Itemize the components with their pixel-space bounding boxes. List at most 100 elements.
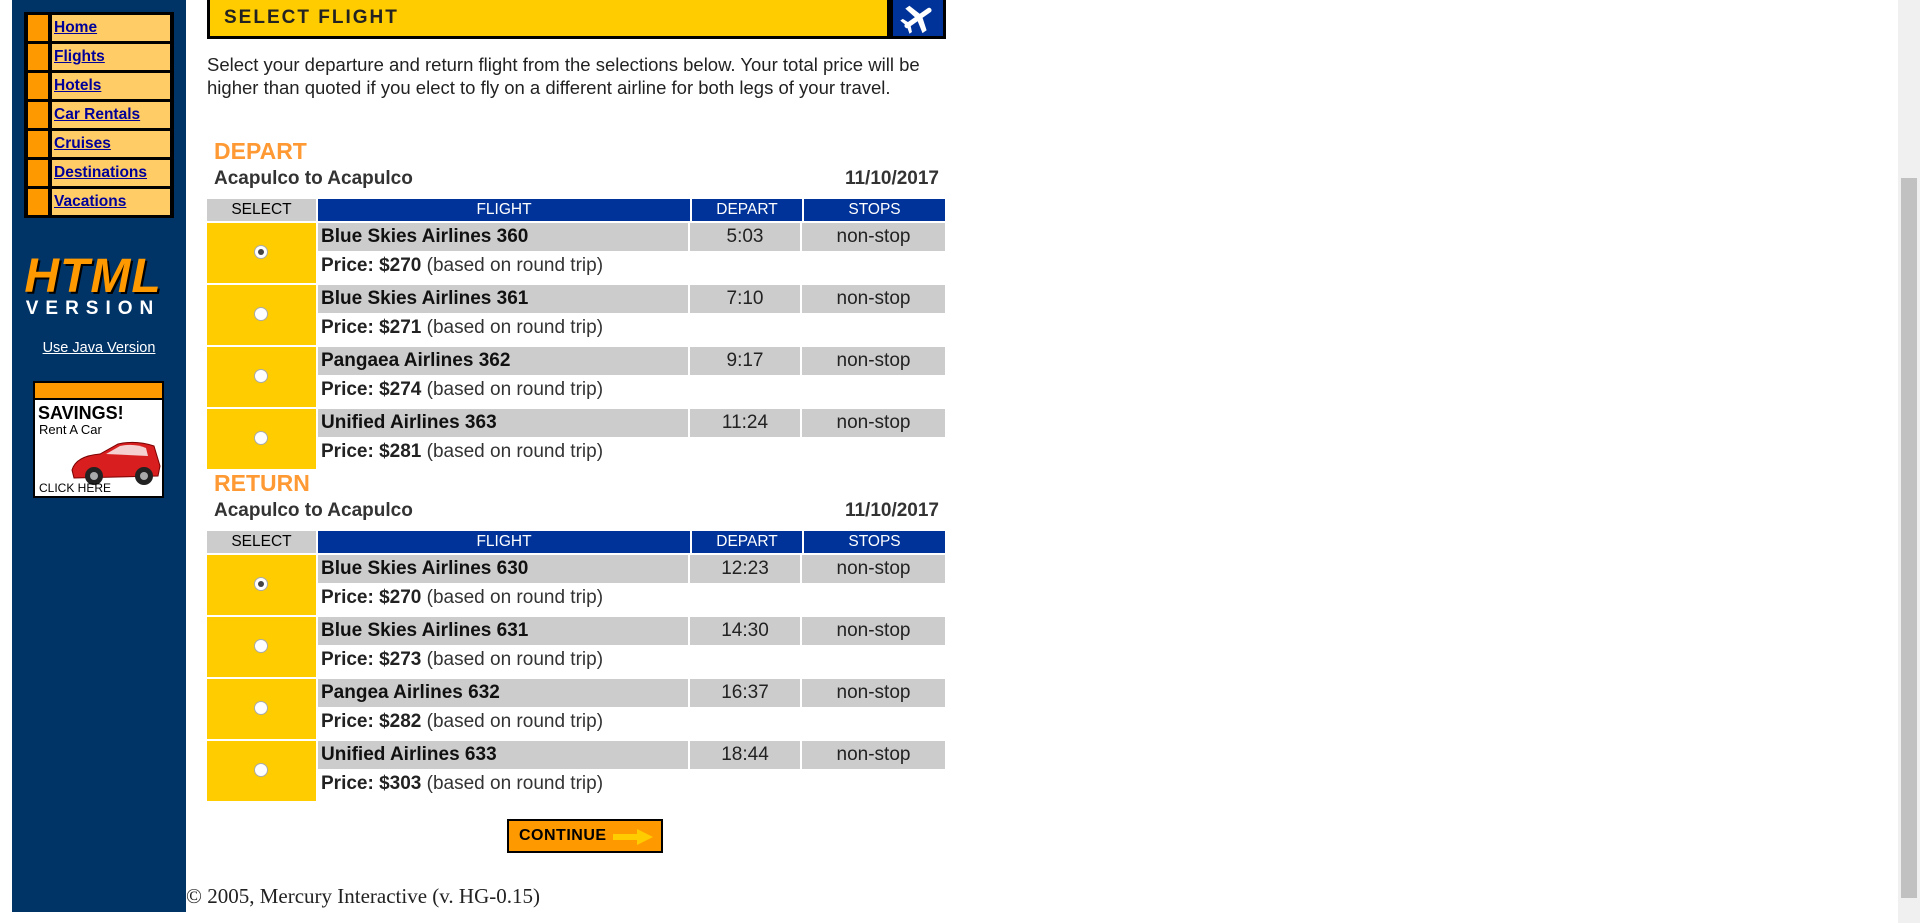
flight-price: Price: $271 (based on round trip)	[318, 313, 945, 343]
nav-link-home[interactable]: Home	[54, 19, 97, 36]
return-title: RETURN	[214, 470, 310, 496]
nav-menu: Home Flights Hotels Car Rentals Cruises …	[24, 12, 174, 218]
price-label: Price: $274	[321, 379, 422, 400]
flight-radio[interactable]	[254, 763, 268, 777]
flight-name: Blue Skies Airlines 631	[318, 617, 690, 645]
select-cell	[207, 679, 316, 739]
page-title: SELECT FLIGHT	[207, 0, 890, 39]
flight-radio[interactable]	[254, 369, 268, 383]
price-note: (based on round trip)	[426, 255, 604, 276]
header-select: SELECT	[207, 199, 316, 221]
nav-marker	[28, 131, 48, 157]
nav-item-hotels[interactable]: Hotels	[28, 73, 170, 99]
flight-radio[interactable]	[254, 431, 268, 445]
nav-link-flights[interactable]: Flights	[54, 48, 105, 65]
flight-time: 7:10	[690, 285, 802, 313]
airplane-icon	[900, 5, 932, 34]
flight-radio[interactable]	[254, 701, 268, 715]
table-header: SELECT FLIGHT DEPART STOPS	[207, 531, 945, 553]
continue-button[interactable]: CONTINUE	[507, 819, 663, 853]
flight-row: Blue Skies Airlines 631 14:30 non-stop Pri…	[207, 617, 945, 677]
flight-name: Unified Airlines 363	[318, 409, 690, 437]
continue-label: CONTINUE	[519, 827, 607, 844]
flight-price: Price: $270 (based on round trip)	[318, 251, 945, 281]
flight-time: 18:44	[690, 741, 802, 769]
flight-name: Blue Skies Airlines 360	[318, 223, 690, 251]
flight-stops: non-stop	[836, 412, 911, 433]
price-label: Price: $271	[321, 317, 422, 338]
intro-text: Select your departure and return flight …	[207, 54, 920, 98]
nav-item-cruises[interactable]: Cruises	[28, 131, 170, 157]
return-flight-table: SELECT FLIGHT DEPART STOPS Blue Skies Ai…	[207, 531, 945, 801]
price-note: (based on round trip)	[426, 587, 604, 608]
nav-marker	[28, 15, 48, 41]
header-flight: FLIGHT	[318, 531, 690, 553]
flight-name: Pangea Airlines 632	[318, 679, 690, 707]
flight-row: Blue Skies Airlines 361 7:10 non-stop Pric…	[207, 285, 945, 345]
flight-stops: non-stop	[836, 558, 911, 579]
nav-item-destinations[interactable]: Destinations	[28, 160, 170, 186]
flight-name: Unified Airlines 633	[318, 741, 690, 769]
nav-link-hotels[interactable]: Hotels	[54, 77, 101, 94]
price-label: Price: $273	[321, 649, 422, 670]
nav-link-car-rentals[interactable]: Car Rentals	[54, 106, 140, 123]
nav-marker	[28, 44, 48, 70]
flight-row: Pangaea Airlines 362 9:17 non-stop Price: …	[207, 347, 945, 407]
flight-stops: non-stop	[836, 620, 911, 641]
nav-link-destinations[interactable]: Destinations	[54, 164, 147, 181]
select-cell	[207, 223, 316, 283]
ad-subtitle: Rent A Car	[39, 422, 102, 437]
price-label: Price: $270	[321, 255, 422, 276]
flight-radio[interactable]	[254, 639, 268, 653]
rent-a-car-ad[interactable]: SAVINGS! Rent A Car CLICK HERE	[33, 381, 164, 498]
flight-time: 12:23	[690, 555, 802, 583]
arrow-right-icon	[613, 829, 653, 845]
flight-radio[interactable]	[254, 245, 268, 259]
price-note: (based on round trip)	[426, 441, 604, 462]
nav-item-home[interactable]: Home	[28, 15, 170, 41]
select-cell	[207, 347, 316, 407]
table-header: SELECT FLIGHT DEPART STOPS	[207, 199, 945, 221]
depart-route: Acapulco to Acapulco	[214, 168, 413, 189]
nav-marker	[28, 160, 48, 186]
logo-version-text: VERSION	[25, 298, 161, 319]
scrollbar[interactable]	[1898, 0, 1920, 923]
flight-time: 9:17	[690, 347, 802, 375]
price-label: Price: $282	[321, 711, 422, 732]
flight-radio[interactable]	[254, 307, 268, 321]
price-note: (based on round trip)	[426, 649, 604, 670]
footer-copyright: © 2005, Mercury Interactive (v. HG-0.15)	[186, 884, 540, 908]
depart-date: 11/10/2017	[844, 168, 939, 189]
nav-marker	[28, 102, 48, 128]
price-label: Price: $303	[321, 773, 422, 794]
nav-marker	[28, 73, 48, 99]
scrollbar-thumb[interactable]	[1901, 178, 1917, 898]
flight-row: Blue Skies Airlines 630 12:23 non-stop Pri…	[207, 555, 945, 615]
nav-link-cruises[interactable]: Cruises	[54, 135, 111, 152]
logo-html-text: HTML	[24, 250, 162, 303]
price-note: (based on round trip)	[426, 379, 604, 400]
flight-row: Blue Skies Airlines 360 5:03 non-stop Pric…	[207, 223, 945, 283]
use-java-version-link[interactable]: Use Java Version	[20, 340, 178, 356]
flight-radio[interactable]	[254, 577, 268, 591]
depart-route-row: Acapulco to Acapulco 11/10/2017	[214, 168, 939, 190]
header-stops: STOPS	[804, 531, 945, 553]
depart-flight-table: SELECT FLIGHT DEPART STOPS Blue Skies Ai…	[207, 199, 945, 469]
nav-item-flights[interactable]: Flights	[28, 44, 170, 70]
flight-price: Price: $281 (based on round trip)	[318, 437, 945, 467]
nav-item-vacations[interactable]: Vacations	[28, 189, 170, 215]
flight-time: 5:03	[690, 223, 802, 251]
html-version-logo: HTML VERSION	[20, 250, 166, 319]
flight-row: Unified Airlines 633 18:44 non-stop Price:…	[207, 741, 945, 801]
nav-item-car-rentals[interactable]: Car Rentals	[28, 102, 170, 128]
flight-price: Price: $303 (based on round trip)	[318, 769, 945, 799]
flight-price: Price: $274 (based on round trip)	[318, 375, 945, 405]
price-note: (based on round trip)	[426, 317, 604, 338]
flight-name: Blue Skies Airlines 630	[318, 555, 690, 583]
header-depart: DEPART	[692, 531, 802, 553]
ad-title: SAVINGS!	[38, 403, 124, 423]
select-cell	[207, 285, 316, 345]
nav-link-vacations[interactable]: Vacations	[54, 193, 126, 210]
flight-stops: non-stop	[836, 682, 911, 703]
flight-time: 11:24	[690, 409, 802, 437]
